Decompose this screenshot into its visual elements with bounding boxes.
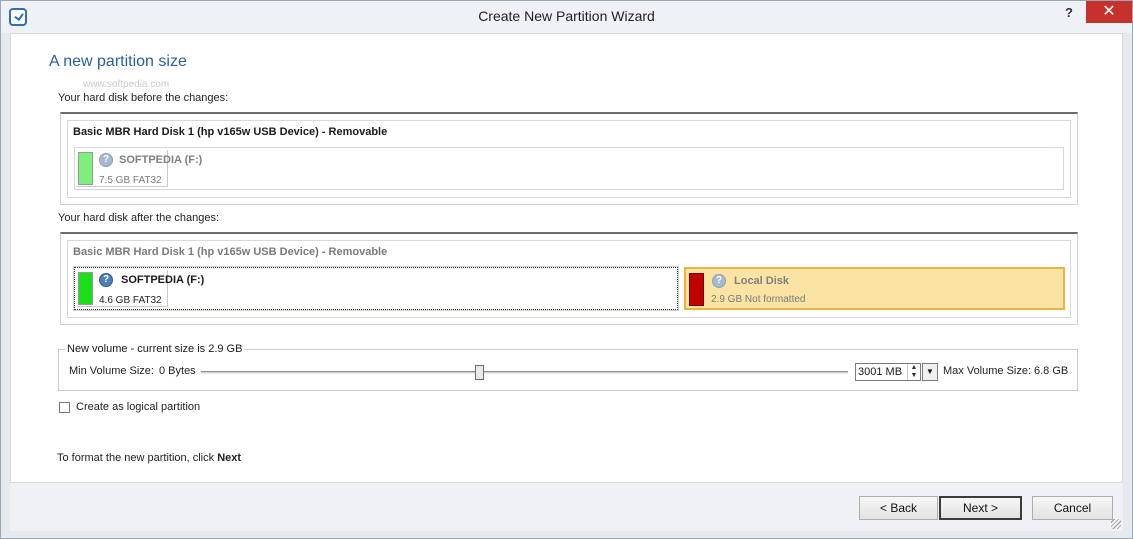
disk-after-partitions: ? SOFTPEDIA (F:) 4.6 GB FAT32 ? Local Di… [73,266,1065,311]
partition-softpedia-before[interactable]: ? SOFTPEDIA (F:) 7.5 GB FAT32 [75,148,1063,191]
partition-local-disk[interactable]: ? Local Disk 2.9 GB Not formatted [684,267,1065,310]
volume-slider-track[interactable] [201,371,848,374]
unformatted-bar [689,273,704,306]
question-icon: ? [99,153,113,167]
fat32-bar [78,272,93,305]
partition-name: SOFTPEDIA (F:) [121,274,205,286]
cancel-button[interactable]: Cancel [1032,496,1113,520]
window-title: Create New Partition Wizard [478,8,655,24]
close-button[interactable]: ✕ [1086,1,1132,23]
disk-after-title: Basic MBR Hard Disk 1 (hp v165w USB Devi… [73,246,388,258]
disk-before-partitions: ? SOFTPEDIA (F:) 7.5 GB FAT32 [74,147,1064,190]
partition-info: 4.6 GB FAT32 [99,295,162,306]
logical-partition-checkbox[interactable] [59,402,70,413]
min-volume-label: Min Volume Size: [69,365,154,377]
new-volume-group: New volume - current size is 2.9 GB Min … [58,343,1078,391]
disk-before-box: Basic MBR Hard Disk 1 (hp v165w USB Devi… [67,120,1071,198]
wizard-window: Create New Partition Wizard ? ✕ A new pa… [0,0,1133,539]
watermark: www.softpedia.com [83,79,170,90]
partition-softpedia-after[interactable]: ? SOFTPEDIA (F:) 4.6 GB FAT32 [73,266,679,311]
before-label: Your hard disk before the changes: [58,92,229,104]
format-hint-text: To format the new partition, click [57,452,218,464]
question-icon: ? [712,274,726,288]
wizard-content: A new partition size www.softpedia.com Y… [10,33,1123,483]
question-icon: ? [99,273,113,287]
unit-dropdown-button[interactable]: ▼ [922,363,938,381]
max-volume-value: 6.8 GB [1034,365,1069,377]
volume-size-spinner[interactable]: 3001 MB ▲ ▼ [855,363,921,381]
resize-grip-icon[interactable] [1111,519,1121,529]
fat32-bar [78,152,93,185]
volume-slider-thumb[interactable] [475,365,484,380]
partition-name: SOFTPEDIA (F:) [119,154,203,166]
help-button[interactable]: ? [1062,1,1076,27]
partition-name: Local Disk [734,275,790,287]
logical-partition-label: Create as logical partition [76,401,201,413]
min-volume-value: 0 Bytes [159,365,196,377]
format-hint: To format the new partition, click Next [57,452,241,464]
page-title: A new partition size [49,53,187,70]
wizard-footer: < Back Next > Cancel [10,483,1123,531]
spin-arrows-icon[interactable]: ▲ ▼ [907,364,920,380]
back-button[interactable]: < Back [859,496,938,520]
disk-after-box: Basic MBR Hard Disk 1 (hp v165w USB Devi… [67,240,1071,318]
format-hint-next: Next [217,452,242,464]
title-bar: Create New Partition Wizard ? ✕ [1,1,1132,33]
partition-info: 7.5 GB FAT32 [99,175,162,186]
partition-info: 2.9 GB Not formatted [711,294,806,305]
new-volume-legend: New volume - current size is 2.9 GB [65,343,245,355]
after-label: Your hard disk after the changes: [58,212,220,224]
disk-after-panel: Basic MBR Hard Disk 1 (hp v165w USB Devi… [60,232,1078,325]
disk-before-panel: Basic MBR Hard Disk 1 (hp v165w USB Devi… [60,112,1078,205]
max-volume-label: Max Volume Size: [943,365,1032,377]
disk-before-title: Basic MBR Hard Disk 1 (hp v165w USB Devi… [73,126,388,138]
next-button[interactable]: Next > [939,496,1022,520]
volume-size-value: 3001 MB [858,366,903,378]
